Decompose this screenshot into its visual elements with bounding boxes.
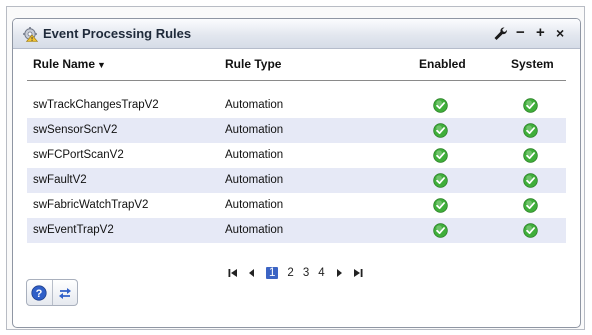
refresh-icon <box>58 287 71 299</box>
rule-type-cell: Automation <box>225 224 284 236</box>
help-icon: ? <box>31 284 47 301</box>
svg-text:?: ? <box>36 288 43 300</box>
page-1-button[interactable]: 1 <box>266 267 279 279</box>
table-header: Rule Name ▼ Rule Type Enabled System <box>13 57 580 81</box>
check-icon <box>433 198 448 213</box>
gear-alert-icon <box>23 27 38 42</box>
check-icon <box>433 223 448 238</box>
portlet-toolbar: ? <box>26 279 78 306</box>
wrench-icon[interactable] <box>492 25 508 43</box>
rule-type-cell: Automation <box>225 199 284 211</box>
table-row[interactable]: swFCPortScanV2 Automation <box>27 143 566 168</box>
header-divider <box>27 80 566 81</box>
rule-type-cell: Automation <box>225 174 284 186</box>
maximize-button[interactable]: + <box>536 24 545 42</box>
help-button[interactable]: ? <box>27 280 52 305</box>
table-row[interactable]: swSensorScnV2 Automation <box>27 118 566 143</box>
rules-table-body: swTrackChangesTrapV2 Automation swSensor… <box>27 93 566 243</box>
rule-type-cell: Automation <box>225 149 284 161</box>
check-icon <box>433 123 448 138</box>
portlet-titlebar: Event Processing Rules − + × <box>13 19 580 49</box>
page-4-button[interactable]: 4 <box>318 267 324 279</box>
table-row[interactable]: swEventTrapV2 Automation <box>27 218 566 243</box>
column-header-rule-type[interactable]: Rule Type <box>225 57 281 71</box>
sort-descending-icon: ▼ <box>97 60 106 70</box>
close-button[interactable]: × <box>556 24 564 42</box>
rule-type-cell: Automation <box>225 99 284 111</box>
prev-page-icon[interactable] <box>247 268 257 278</box>
table-row[interactable]: swTrackChangesTrapV2 Automation <box>27 93 566 118</box>
rule-name-cell: swFabricWatchTrapV2 <box>33 199 149 211</box>
next-page-icon[interactable] <box>334 268 344 278</box>
rule-name-cell: swTrackChangesTrapV2 <box>33 99 159 111</box>
check-icon <box>523 173 538 188</box>
rule-type-cell: Automation <box>225 124 284 136</box>
rule-name-cell: swFCPortScanV2 <box>33 149 124 161</box>
column-header-enabled[interactable]: Enabled <box>419 57 466 71</box>
check-icon <box>523 123 538 138</box>
table-row[interactable]: swFaultV2 Automation <box>27 168 566 193</box>
table-row[interactable]: swFabricWatchTrapV2 Automation <box>27 193 566 218</box>
check-icon <box>523 223 538 238</box>
first-page-icon[interactable] <box>228 268 238 278</box>
rule-name-cell: swFaultV2 <box>33 174 87 186</box>
refresh-button[interactable] <box>51 280 78 305</box>
check-icon <box>433 148 448 163</box>
column-header-system[interactable]: System <box>511 57 554 71</box>
check-icon <box>433 98 448 113</box>
check-icon <box>523 98 538 113</box>
event-processing-rules-portlet: Event Processing Rules − + × Rule Name ▼ … <box>12 18 581 328</box>
last-page-icon[interactable] <box>353 268 363 278</box>
pagination: 1 2 3 4 <box>228 265 372 281</box>
check-icon <box>523 198 538 213</box>
portlet-title: Event Processing Rules <box>43 26 192 41</box>
column-header-rule-name[interactable]: Rule Name ▼ <box>33 57 106 71</box>
minimize-button[interactable]: − <box>516 24 525 42</box>
check-icon <box>523 148 538 163</box>
page-3-button[interactable]: 3 <box>303 267 309 279</box>
rule-name-cell: swEventTrapV2 <box>33 224 114 236</box>
check-icon <box>433 173 448 188</box>
page-2-button[interactable]: 2 <box>287 267 293 279</box>
rule-name-cell: swSensorScnV2 <box>33 124 118 136</box>
